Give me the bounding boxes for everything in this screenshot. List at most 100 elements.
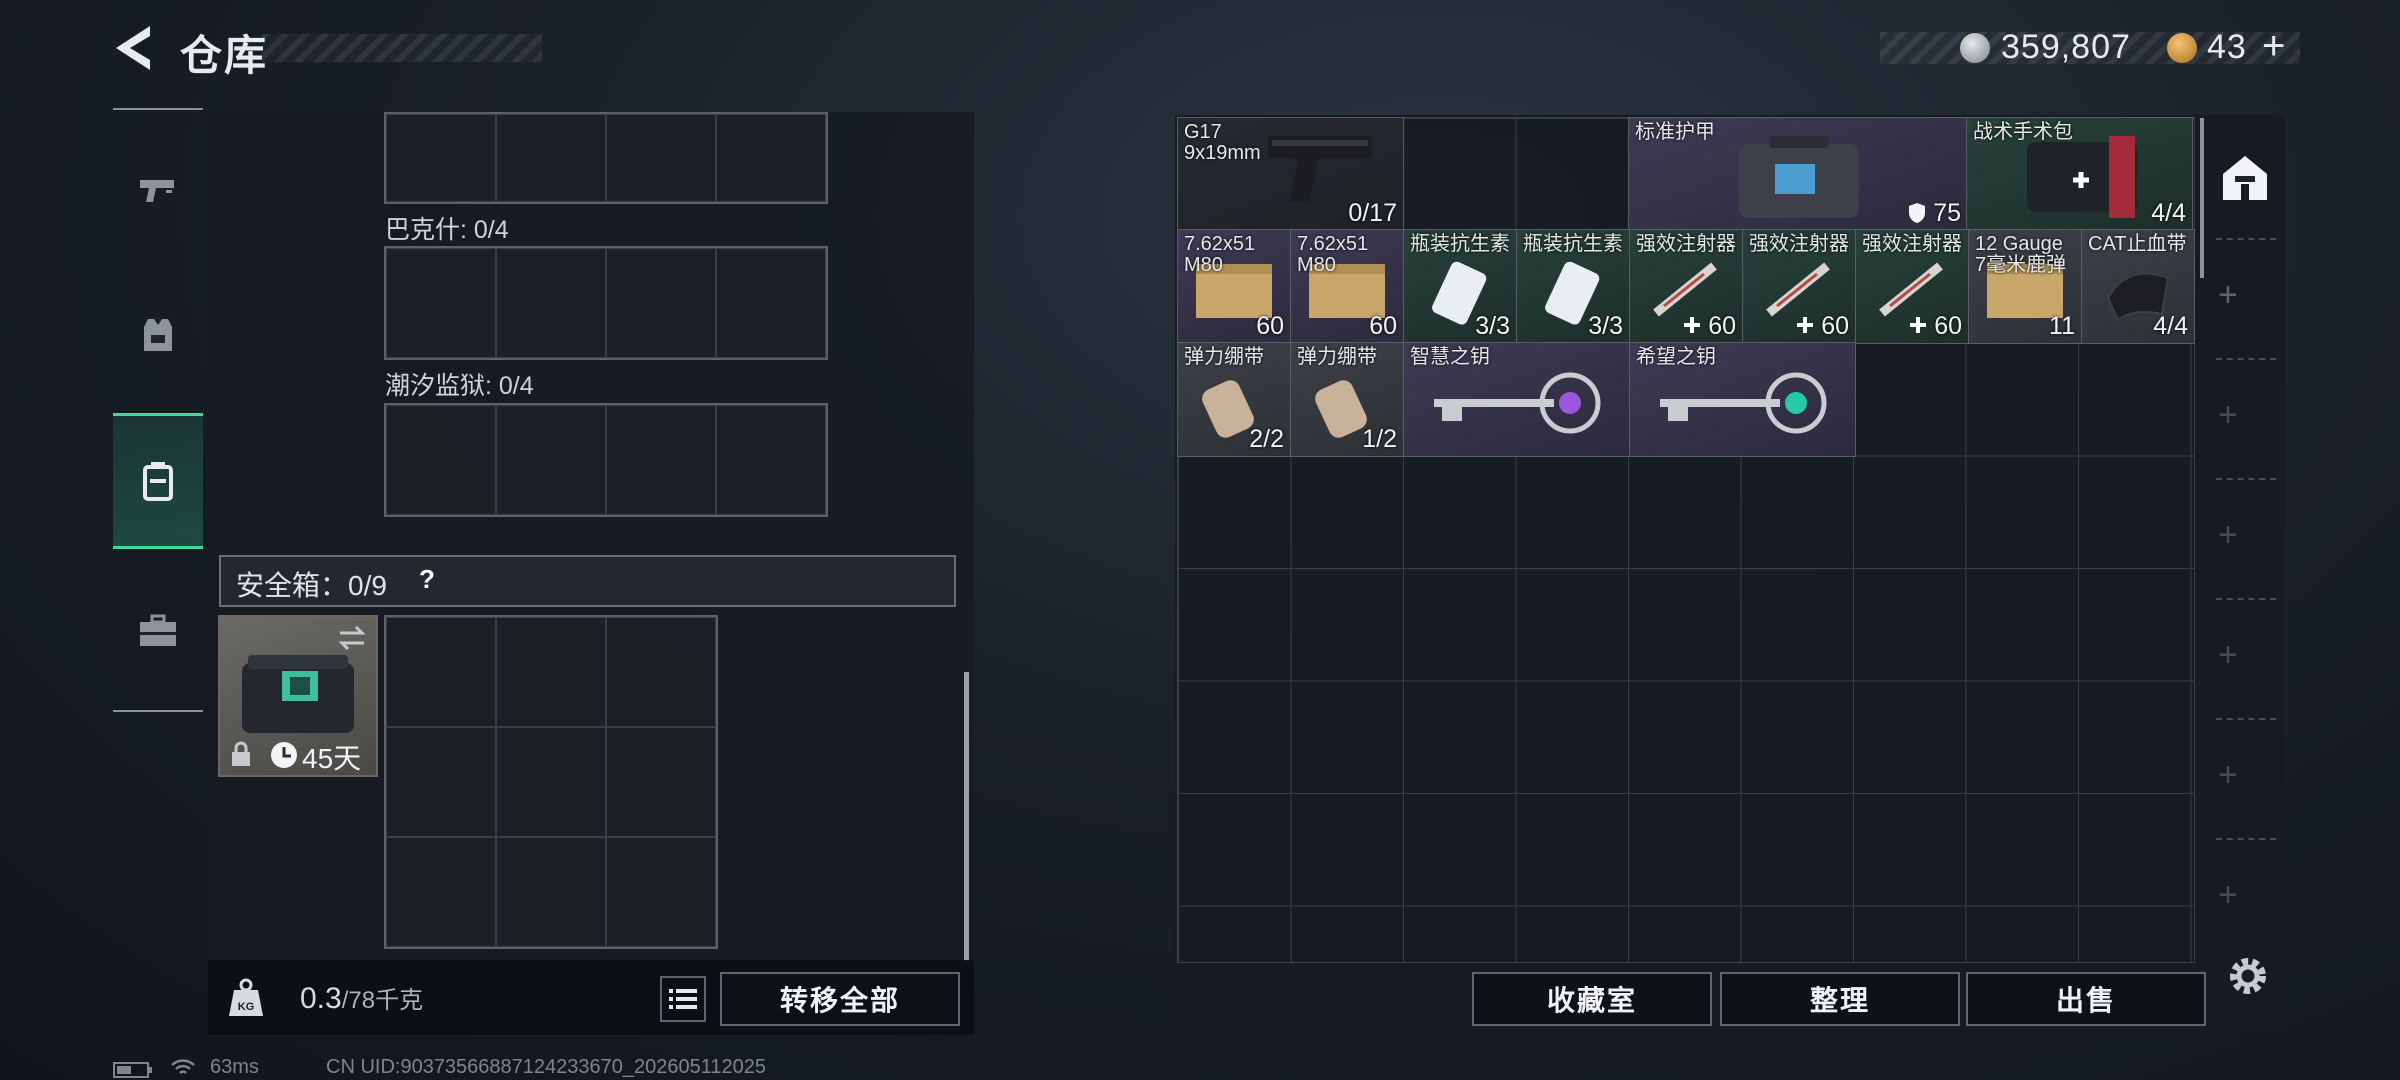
- previous-section-grid[interactable]: [384, 112, 828, 204]
- side-divider: [2216, 598, 2276, 600]
- ornate-key-icon: [1660, 372, 1827, 434]
- item-standard-armor[interactable]: 标准护甲 75: [1628, 117, 1968, 231]
- item-count: 60: [1256, 312, 1284, 340]
- section-label-tidal-prison: 潮汐监狱: 0/4: [385, 372, 534, 400]
- item-key-of-wisdom[interactable]: 智慧之钥: [1403, 342, 1630, 457]
- armor-bag-icon: [1739, 136, 1859, 218]
- item-count: 4/4: [2153, 312, 2188, 340]
- tab-toolbox[interactable]: [113, 560, 203, 700]
- toolbox-icon: [140, 614, 176, 646]
- safe-box-label: 安全箱：0/9: [236, 570, 387, 601]
- section-label-bakesh: 巴克什: 0/4: [385, 216, 509, 244]
- swap-icon[interactable]: [336, 625, 368, 651]
- weight-max: /78千克: [341, 987, 424, 1014]
- syringe-icon: [1653, 262, 1717, 317]
- add-stash-tab-icon[interactable]: +: [2218, 396, 2238, 435]
- item-name: 智慧之钥: [1410, 346, 1490, 368]
- stash-scrollbar[interactable]: [2200, 118, 2204, 278]
- syringe-icon: [1879, 262, 1943, 317]
- side-divider: [2216, 238, 2276, 240]
- left-panel-scrollbar[interactable]: [964, 672, 969, 962]
- tabs-top-divider: [113, 108, 203, 110]
- gold-coin-icon: [2167, 33, 2197, 63]
- safe-box-grid[interactable]: [384, 615, 718, 949]
- shield-icon: [1909, 203, 1926, 223]
- item-count: 11: [2049, 312, 2075, 340]
- item-potent-injector[interactable]: 强效注射器 60: [1742, 229, 1856, 344]
- ping-readout: 63ms: [210, 1056, 259, 1078]
- sort-button[interactable]: 整理: [1720, 972, 1960, 1026]
- battery-icon: [113, 1062, 152, 1078]
- item-name: 瓶装抗生素: [1410, 233, 1510, 255]
- collection-room-button[interactable]: 收藏室: [1472, 972, 1712, 1026]
- safe-box-help-button[interactable]: ?: [410, 562, 444, 596]
- section-grid-tidal-prison[interactable]: [384, 403, 828, 517]
- tabs-bottom-divider: [113, 710, 203, 712]
- pistol-icon: [140, 180, 174, 202]
- item-name: 强效注射器: [1749, 233, 1849, 255]
- item-count: 60: [1369, 312, 1397, 340]
- item-count: 60: [1796, 312, 1849, 341]
- item-bottled-antibiotics[interactable]: 瓶装抗生素 3/3: [1516, 229, 1630, 344]
- item-cat-tourniquet[interactable]: CAT止血带 4/4: [2081, 229, 2195, 344]
- user-id: CN UID:90373566887124233670_202605112025: [326, 1056, 767, 1078]
- weight-current: 0.3: [300, 982, 342, 1015]
- stash-home-icon[interactable]: [2219, 152, 2271, 204]
- item-name: 希望之钥: [1636, 346, 1716, 368]
- section-grid-bakesh[interactable]: [384, 246, 828, 360]
- item-elastic-bandage[interactable]: 弹力绷带 1/2: [1290, 342, 1404, 457]
- armor-vest-icon: [144, 319, 172, 351]
- add-stash-tab-icon[interactable]: +: [2218, 276, 2238, 315]
- backpack-icon: [143, 462, 173, 501]
- first-aid-kit-icon: [2027, 136, 2137, 218]
- tab-backpack[interactable]: [113, 413, 203, 549]
- wifi-icon: [171, 1059, 195, 1074]
- item-name: G17 9x19mm: [1184, 121, 1261, 164]
- settings-gear-icon[interactable]: [2226, 954, 2270, 998]
- item-name: 弹力绷带: [1184, 346, 1264, 368]
- item-key-of-hope[interactable]: 希望之钥: [1629, 342, 1856, 457]
- item-name: 7.62x51 M80: [1297, 233, 1369, 276]
- item-count: 3/3: [1588, 312, 1623, 340]
- item-762-ammo[interactable]: 7.62x51 M80 60: [1290, 229, 1404, 344]
- title-decoration: [262, 34, 542, 62]
- item-potent-injector[interactable]: 强效注射器 60: [1629, 229, 1743, 344]
- add-currency-button[interactable]: +: [2262, 24, 2286, 69]
- item-name: 瓶装抗生素: [1523, 233, 1623, 255]
- item-tactical-surgical-kit[interactable]: 战术手术包 4/4: [1966, 117, 2193, 231]
- plus-icon: [1797, 317, 1814, 333]
- item-count: 1/2: [1362, 425, 1397, 453]
- gold-currency-amount: 43: [2207, 28, 2247, 66]
- add-stash-tab-icon[interactable]: +: [2218, 516, 2238, 555]
- lock-icon: [232, 741, 250, 766]
- sell-button[interactable]: 出售: [1966, 972, 2206, 1026]
- silver-currency-amount: 359,807: [2001, 28, 2131, 66]
- item-elastic-bandage[interactable]: 弹力绷带 2/2: [1177, 342, 1291, 457]
- tab-weapons[interactable]: [113, 125, 203, 255]
- back-arrow-icon[interactable]: [112, 24, 154, 72]
- item-name: 标准护甲: [1635, 121, 1715, 143]
- add-stash-tab-icon[interactable]: +: [2218, 636, 2238, 675]
- item-name: 强效注射器: [1636, 233, 1736, 255]
- clock-icon: [271, 742, 297, 768]
- item-name: 战术手术包: [1973, 121, 2073, 143]
- page-title: 仓库: [180, 32, 269, 79]
- item-potent-injector[interactable]: 强效注射器 60: [1855, 229, 1969, 344]
- item-count: 75: [1908, 199, 1961, 228]
- item-12-gauge-buckshot[interactable]: 12 Gauge 7毫米鹿弹 11: [1968, 229, 2082, 344]
- item-count: 60: [1683, 312, 1736, 341]
- syringe-icon: [1766, 262, 1830, 317]
- item-762-ammo[interactable]: 7.62x51 M80 60: [1177, 229, 1291, 344]
- add-stash-tab-icon[interactable]: +: [2218, 756, 2238, 795]
- safe-box-duration: 45天: [302, 743, 362, 774]
- add-stash-tab-icon[interactable]: +: [2218, 876, 2238, 915]
- item-g17-pistol[interactable]: G17 9x19mm 0/17: [1177, 117, 1404, 231]
- list-view-button[interactable]: [660, 976, 706, 1022]
- safe-box-case[interactable]: 45天: [218, 615, 378, 777]
- side-divider: [2216, 838, 2276, 840]
- pistol-icon: [1268, 136, 1372, 202]
- item-bottled-antibiotics[interactable]: 瓶装抗生素 3/3: [1403, 229, 1517, 344]
- transfer-all-button[interactable]: 转移全部: [720, 972, 960, 1026]
- plus-icon: [1684, 317, 1701, 333]
- tab-armor[interactable]: [113, 270, 203, 400]
